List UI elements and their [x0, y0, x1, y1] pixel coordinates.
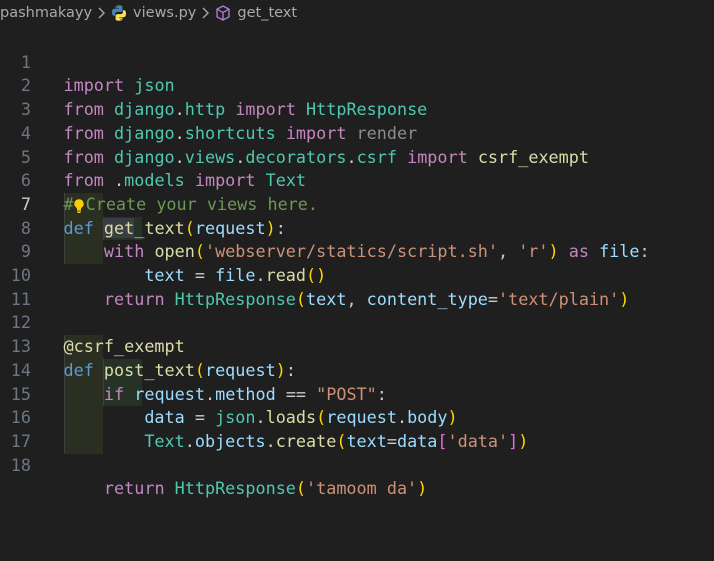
breadcrumb-symbol[interactable]: get_text [214, 4, 297, 22]
breadcrumb-file[interactable]: views.py [110, 4, 196, 22]
code-line[interactable]: 2 from django.http import HttpResponse [0, 51, 714, 119]
breadcrumb-file-label: views.py [133, 5, 197, 21]
breadcrumb: pashmakayy views.py get_text [0, 0, 714, 26]
code-text: return HttpResponse('tamoom da') [103, 478, 428, 499]
code-line[interactable]: 14 if request.method == "POST": [0, 335, 714, 404]
code-line[interactable]: 9 text = file.read() [0, 217, 714, 285]
code-editor[interactable]: 1 import json 2 from django.http import … [0, 27, 714, 561]
breadcrumb-folder-label: pashmakayy [0, 5, 93, 21]
chevron-right-icon [94, 7, 108, 19]
code-line[interactable]: 18 return HttpResponse('tamoom da') [0, 430, 714, 499]
method-cube-icon [214, 4, 232, 22]
python-icon [110, 4, 128, 22]
code-line[interactable]: 5 from .models import Text [0, 122, 714, 191]
breadcrumb-folder[interactable]: pashmakayy [0, 5, 92, 21]
code-line[interactable]: 11 [0, 264, 714, 309]
code-line[interactable]: 4 from django.views.decorators.csrf impo… [0, 98, 714, 167]
code-line[interactable]: 6 # Create your views here. [0, 146, 714, 214]
code-line[interactable]: 17 [0, 406, 714, 451]
code-line[interactable]: 10 return HttpResponse(text, content_typ… [0, 240, 714, 309]
code-line[interactable]: 12 @csrf_exempt [0, 288, 714, 356]
code-line[interactable]: 15 data = json.loads(request.body) [0, 359, 714, 428]
chevron-right-icon [198, 7, 212, 19]
code-line[interactable]: 13 def post_text(request): [0, 311, 714, 380]
code-line[interactable]: 7 def get_text(request): [0, 169, 714, 238]
code-line[interactable]: 3 from django.shortcuts import render [0, 74, 714, 143]
breadcrumb-symbol-label: get_text [237, 5, 298, 21]
code-line[interactable]: 16 Text.objects.create(text=data['data']… [0, 383, 714, 451]
code-line[interactable]: 8 with open('webserver/statics/script.sh… [0, 193, 714, 262]
line-number: 18 [10, 454, 31, 475]
code-line[interactable]: 1 import json [0, 27, 714, 96]
